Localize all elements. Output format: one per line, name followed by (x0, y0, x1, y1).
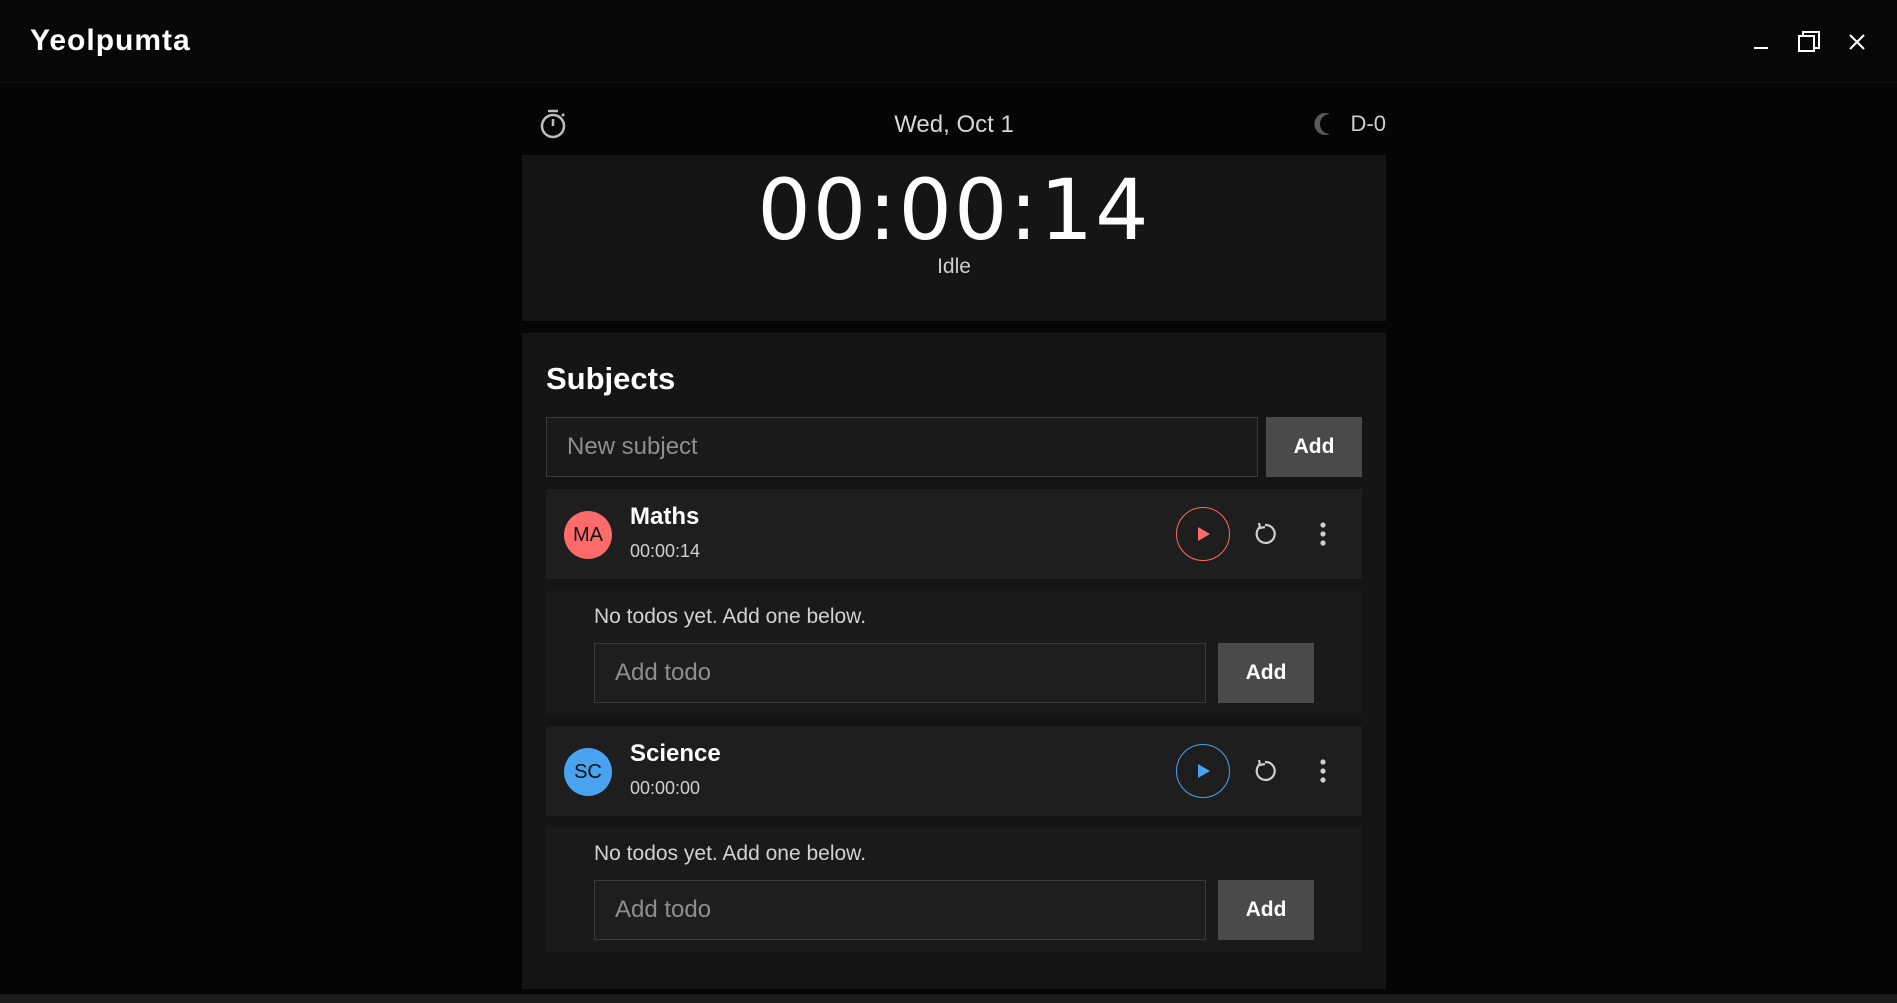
maximize-icon (1798, 31, 1820, 52)
close-button[interactable] (1839, 24, 1875, 60)
play-icon (1198, 764, 1210, 778)
clock-card: 00:00:14 Idle (522, 155, 1386, 321)
todo-panel-science: No todos yet. Add one below. Add (546, 828, 1362, 952)
more-options-button[interactable] (1304, 515, 1342, 553)
subject-time: 00:00:14 (630, 541, 701, 561)
bottom-strip (0, 994, 1897, 1003)
reset-button[interactable] (1246, 752, 1284, 790)
avatar: SC (564, 748, 612, 796)
avatar: MA (564, 511, 612, 559)
reset-icon (1255, 759, 1276, 782)
add-subject-button[interactable]: Add (1266, 417, 1362, 477)
add-todo-button[interactable]: Add (1218, 643, 1314, 703)
play-button[interactable] (1176, 507, 1230, 561)
more-vertical-icon (1320, 759, 1326, 783)
dday-group[interactable]: D-0 (1313, 107, 1386, 141)
total-timer: 00:00:14 (757, 161, 1151, 259)
subject-time: 00:00:00 (630, 778, 701, 798)
subjects-heading: Subjects (546, 361, 676, 396)
new-subject-input[interactable] (546, 417, 1258, 477)
dday-label: D-0 (1350, 111, 1386, 136)
minimize-button[interactable] (1743, 24, 1779, 60)
todo-empty-message: No todos yet. Add one below. (594, 605, 867, 628)
subject-name: Maths (630, 503, 700, 530)
subjects-card: Subjects Add MA Maths 00:00:14 (522, 333, 1386, 989)
date-bar: Wed, Oct 1 D-0 (522, 99, 1386, 149)
play-button[interactable] (1176, 744, 1230, 798)
maximize-button[interactable] (1791, 24, 1827, 60)
todo-input[interactable] (594, 643, 1206, 703)
todo-panel-maths: No todos yet. Add one below. Add (546, 591, 1362, 715)
minimize-icon (1754, 47, 1768, 49)
main-column: Wed, Oct 1 D-0 00:00:14 Idle Subjects Ad… (522, 83, 1386, 1003)
todo-empty-message: No todos yet. Add one below. (594, 842, 867, 865)
play-icon (1198, 527, 1210, 541)
subject-row-maths[interactable]: MA Maths 00:00:14 (546, 489, 1362, 579)
timer-status: Idle (937, 255, 971, 278)
subject-row-science[interactable]: SC Science 00:00:00 (546, 726, 1362, 816)
more-options-button[interactable] (1304, 752, 1342, 790)
close-icon (1849, 34, 1865, 50)
reset-button[interactable] (1246, 515, 1284, 553)
app-title: Yeolpumta (30, 24, 191, 57)
title-bar: Yeolpumta (0, 0, 1897, 83)
add-todo-button[interactable]: Add (1218, 880, 1314, 940)
subject-name: Science (630, 740, 721, 767)
reset-icon (1255, 522, 1276, 545)
current-date: Wed, Oct 1 (894, 111, 1014, 138)
todo-input[interactable] (594, 880, 1206, 940)
moon-icon[interactable] (1313, 111, 1339, 137)
more-vertical-icon (1320, 522, 1326, 546)
